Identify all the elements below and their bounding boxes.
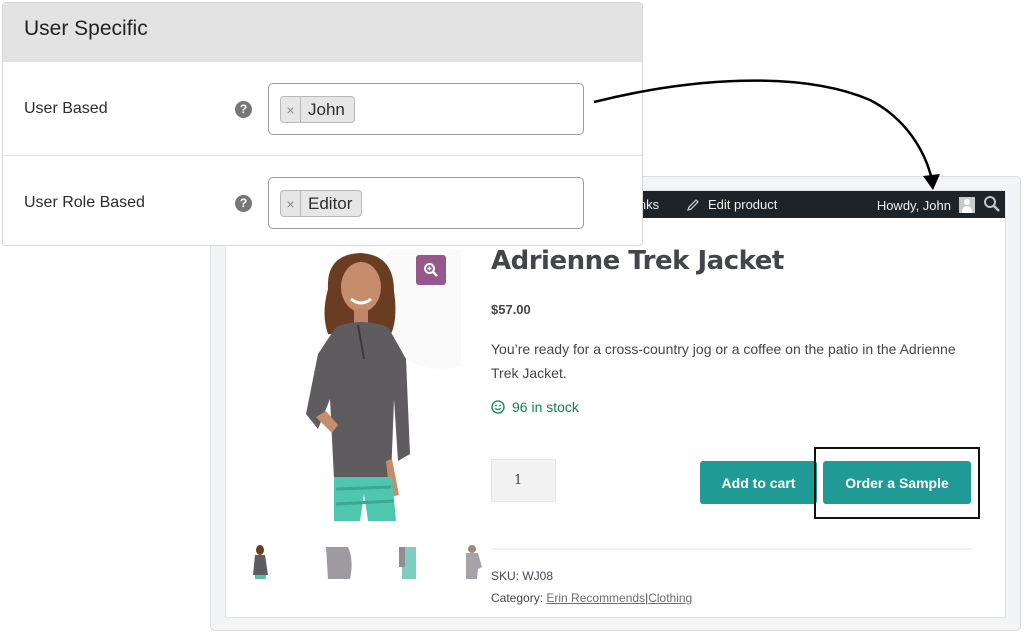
remove-tag-icon[interactable]: × — [281, 191, 301, 216]
stock-label: 96 in stock — [512, 399, 579, 415]
tag-label: Editor — [308, 193, 353, 213]
product-price: $57.00 — [491, 302, 531, 317]
account-menu[interactable]: Howdy, John — [877, 197, 975, 213]
product-summary: Adrienne Trek Jacket $57.00 You’re ready… — [491, 246, 981, 415]
category-label: Category: — [491, 591, 544, 605]
tag-label: John — [308, 99, 345, 119]
selected-tag-john: × John — [280, 96, 355, 123]
search-icon[interactable] — [983, 195, 1001, 213]
category-link-clothing[interactable]: Clothing — [648, 591, 692, 605]
product-main-image[interactable] — [266, 249, 461, 524]
product-page: inks Edit product Howdy, John Adrienne T… — [225, 190, 1006, 618]
user-based-select[interactable]: × John — [268, 83, 584, 135]
question-circle-icon[interactable]: ? — [235, 101, 252, 118]
avatar-icon — [959, 197, 975, 213]
thumbnail-side[interactable] — [304, 545, 372, 583]
user-based-label: User Based — [24, 100, 108, 117]
stock-status: 96 in stock — [491, 399, 981, 415]
howdy-label: Howdy, John — [876, 197, 951, 213]
category-link-erin-recommends[interactable]: Erin Recommends — [546, 591, 645, 605]
question-circle-icon[interactable]: ? — [235, 195, 252, 212]
user-based-row: User Based ? × John — [3, 61, 642, 155]
user-specific-settings-panel: User Specific User Based ? × John User R… — [2, 2, 643, 246]
add-to-cart-button[interactable]: Add to cart — [700, 461, 817, 504]
divider — [491, 548, 973, 550]
smiley-icon — [491, 400, 505, 414]
order-sample-button[interactable]: Order a Sample — [823, 461, 971, 504]
sku-line: SKU: WJ08 — [491, 565, 692, 587]
user-role-based-select[interactable]: × Editor — [268, 177, 584, 229]
user-role-based-label: User Role Based — [24, 194, 145, 211]
thumbnail-back-detail[interactable] — [372, 545, 440, 583]
sku-label: SKU: — [491, 569, 520, 583]
user-role-based-row: User Role Based ? × Editor — [3, 155, 642, 245]
thumbnail-gallery — [236, 545, 508, 583]
pencil-icon — [686, 198, 699, 211]
edit-product-label: Edit product — [708, 197, 778, 212]
zoom-in-icon — [424, 263, 438, 277]
quantity-input[interactable]: 1 — [491, 459, 556, 502]
selected-tag-editor: × Editor — [280, 190, 363, 217]
product-meta: SKU: WJ08 Category: Erin Recommends|Clot… — [491, 565, 692, 609]
settings-header: User Specific — [3, 3, 642, 61]
product-description: You’re ready for a cross-country jog or … — [491, 341, 956, 381]
zoom-image-button[interactable] — [416, 255, 446, 285]
category-line: Category: Erin Recommends|Clothing — [491, 587, 692, 609]
product-title: Adrienne Trek Jacket — [491, 246, 784, 276]
edit-product-link[interactable]: Edit product — [686, 197, 777, 212]
remove-tag-icon[interactable]: × — [281, 97, 301, 122]
sku-value: WJ08 — [522, 569, 554, 583]
thumbnail-front[interactable] — [236, 545, 304, 583]
